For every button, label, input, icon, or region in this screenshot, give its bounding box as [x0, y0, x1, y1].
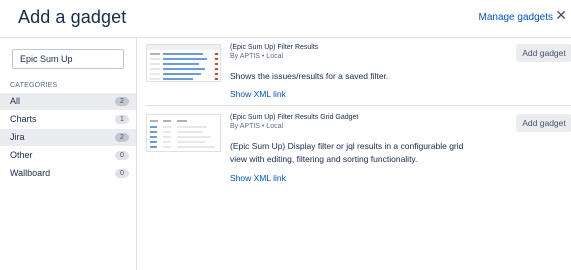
category-label: All [10, 96, 21, 106]
category-label: Jira [10, 132, 25, 142]
add-gadget-button[interactable]: Add gadget [516, 44, 571, 62]
gadget-description: Shows the issues/results for a saved fil… [230, 71, 389, 81]
category-item-charts[interactable]: Charts 1 [0, 111, 136, 128]
category-item-jira[interactable]: Jira 2 [0, 129, 136, 146]
category-label: Wallboard [10, 168, 51, 178]
category-list: All 2 Charts 1 Jira 2 Other 0 Wallboard … [0, 93, 136, 183]
gadget-author: By APTIS • Local [230, 53, 284, 60]
category-label: Other [10, 150, 33, 160]
grid-gadget-thumbnail [146, 114, 221, 152]
category-item-wallboard[interactable]: Wallboard 0 [0, 165, 136, 182]
add-gadget-button[interactable]: Add gadget [516, 114, 571, 132]
dialog-title: Add a gadget [18, 7, 127, 27]
gadget-description: (Epic Sum Up) Display filter or jql resu… [230, 141, 464, 164]
gadget-title: (Epic Sum Up) Filter Results [230, 44, 319, 51]
category-item-all[interactable]: All 2 [0, 93, 136, 110]
gadget-search-input[interactable] [12, 49, 124, 69]
close-icon[interactable]: ✕ [555, 8, 567, 22]
filter-results-thumbnail [146, 44, 221, 82]
category-count-badge: 0 [115, 151, 129, 160]
category-sidebar: CATEGORIES All 2 Charts 1 Jira 2 Other 0… [0, 38, 137, 270]
categories-header: CATEGORIES [10, 82, 58, 89]
gadget-author: By APTIS • Local [230, 123, 284, 130]
category-count-badge: 2 [115, 133, 129, 142]
category-count-badge: 1 [115, 115, 129, 124]
show-xml-link[interactable]: Show XML link [230, 173, 286, 183]
gadget-title: (Epic Sum Up) Filter Results Grid Gadget [230, 114, 359, 121]
gadget-item-filter-results: (Epic Sum Up) Filter Results By APTIS • … [146, 44, 571, 106]
gadget-list: (Epic Sum Up) Filter Results By APTIS • … [138, 38, 571, 270]
dialog-header: Add a gadget Manage gadgets ✕ [0, 0, 571, 38]
category-label: Charts [10, 114, 37, 124]
category-count-badge: 0 [115, 169, 129, 178]
category-item-other[interactable]: Other 0 [0, 147, 136, 164]
manage-gadgets-link[interactable]: Manage gadgets [478, 12, 553, 23]
show-xml-link[interactable]: Show XML link [230, 89, 286, 99]
category-count-badge: 2 [115, 97, 129, 106]
gadget-item-grid-gadget: (Epic Sum Up) Filter Results Grid Gadget… [146, 114, 571, 194]
